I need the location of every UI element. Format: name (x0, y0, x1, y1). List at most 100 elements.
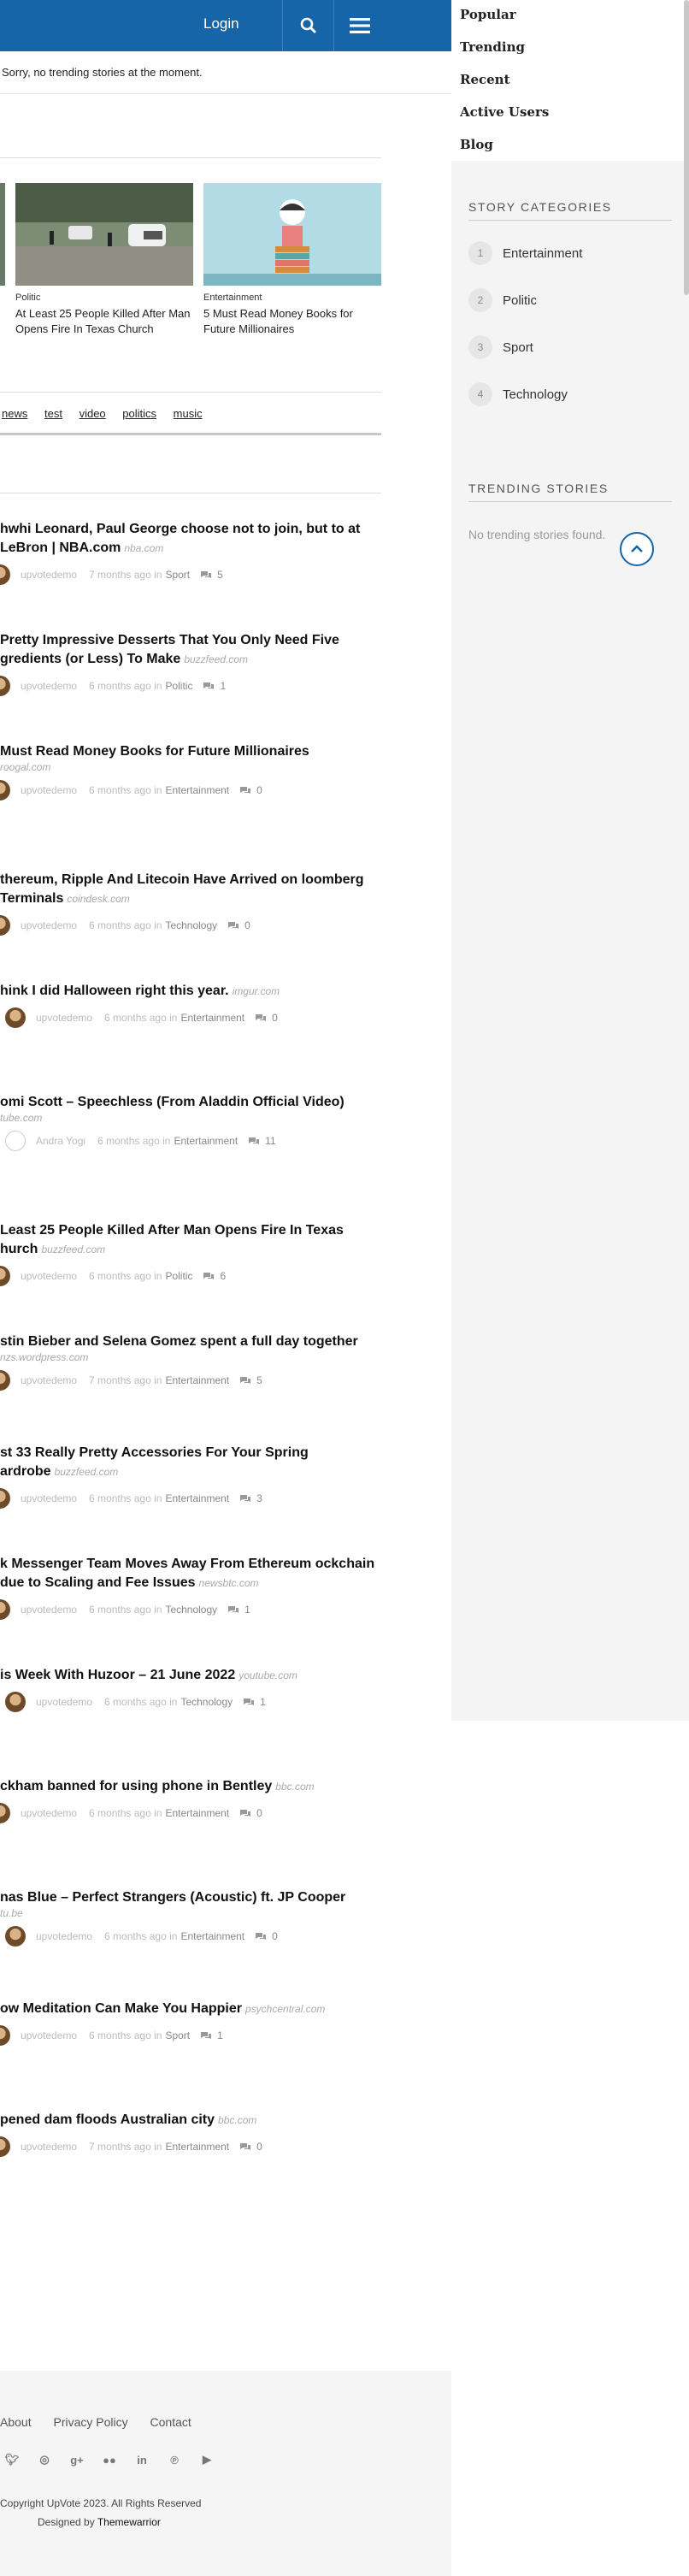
category-entertainment[interactable]: 1 Entertainment (468, 241, 582, 265)
story-title[interactable]: ckham banned for using phone in Bentley b… (0, 1777, 385, 1796)
story-title[interactable]: hwhi Leonard, Paul George choose not to … (0, 520, 385, 558)
scrollbar[interactable] (684, 0, 689, 295)
avatar[interactable] (0, 780, 10, 801)
story-category[interactable]: Entertainment (165, 2141, 229, 2153)
footer-link-privacy[interactable]: Privacy Policy (53, 2415, 127, 2429)
story-author[interactable]: upvotedemo (36, 1696, 92, 1708)
story-author[interactable]: upvotedemo (21, 1604, 77, 1616)
comments-link[interactable]: 3 (239, 1492, 262, 1504)
story-title[interactable]: hink I did Halloween right this year. img… (0, 982, 385, 1001)
story-title[interactable]: thereum, Ripple And Litecoin Have Arrive… (0, 871, 385, 908)
comments-link[interactable]: 0 (255, 1012, 278, 1024)
instagram-icon[interactable]: ◎ (38, 2453, 51, 2467)
story-author[interactable]: upvotedemo (21, 1374, 77, 1386)
story-category[interactable]: Entertainment (165, 1374, 229, 1386)
comments-link[interactable]: 1 (243, 1696, 266, 1708)
story-category[interactable]: Entertainment (180, 1012, 244, 1024)
comments-link[interactable]: 5 (239, 1374, 262, 1386)
story-author[interactable]: upvotedemo (21, 2141, 77, 2153)
menu-item-recent[interactable]: Recent (460, 72, 510, 87)
avatar[interactable] (0, 915, 10, 936)
story-author[interactable]: upvotedemo (21, 680, 77, 692)
linkedin-icon[interactable]: in (135, 2453, 149, 2467)
google-plus-icon[interactable]: g+ (70, 2453, 84, 2467)
comments-link[interactable]: 0 (239, 784, 262, 796)
login-link[interactable]: Login (203, 15, 239, 32)
twitter-icon[interactable]: 🐦︎ (5, 2453, 20, 2467)
story-title[interactable]: st 33 Really Pretty Accessories For Your… (0, 1444, 385, 1481)
tag-link[interactable]: test (44, 407, 62, 420)
story-author[interactable]: upvotedemo (21, 919, 77, 931)
slider-category[interactable]: Entertainment (203, 292, 381, 303)
avatar[interactable] (0, 1599, 10, 1620)
avatar[interactable] (0, 1266, 10, 1286)
designer-link[interactable]: Themewarrior (97, 2516, 161, 2528)
youtube-icon[interactable]: ▶ (200, 2453, 214, 2467)
tag-link[interactable]: video (80, 407, 106, 420)
comments-link[interactable]: 6 (203, 1270, 226, 1282)
comments-link[interactable]: 5 (200, 569, 223, 581)
avatar[interactable] (5, 1926, 26, 1947)
story-title[interactable]: pened dam floods Australian city bbc.com (0, 2111, 385, 2130)
avatar[interactable] (0, 1488, 10, 1509)
story-title[interactable]: stin Bieber and Selena Gomez spent a ful… (0, 1332, 385, 1351)
category-technology[interactable]: 4 Technology (468, 382, 568, 406)
tag-link[interactable]: music (174, 407, 203, 420)
comments-link[interactable]: 0 (255, 1930, 278, 1942)
story-author[interactable]: upvotedemo (21, 569, 77, 581)
story-title[interactable]: is Week With Huzoor – 21 June 2022 youtub… (0, 1666, 385, 1685)
avatar[interactable] (0, 2025, 10, 2046)
story-title[interactable]: Least 25 People Killed After Man Opens F… (0, 1221, 385, 1259)
flickr-icon[interactable]: ●● (103, 2453, 116, 2467)
slider-card[interactable]: Politic At Least 25 People Killed After … (15, 183, 193, 337)
slider-card[interactable]: Entertainment 5 Must Read Money Books fo… (203, 183, 381, 337)
slider-title[interactable]: At Least 25 People Killed After Man Open… (15, 306, 193, 337)
story-author[interactable]: upvotedemo (21, 1270, 77, 1282)
story-category[interactable]: Sport (165, 569, 190, 581)
comments-link[interactable]: 0 (239, 2141, 262, 2153)
story-title[interactable]: k Messenger Team Moves Away From Ethereu… (0, 1555, 385, 1592)
story-author[interactable]: Andra Yogi (36, 1135, 85, 1147)
comments-link[interactable]: 1 (200, 2029, 223, 2041)
story-category[interactable]: Technology (180, 1696, 233, 1708)
comments-link[interactable]: 0 (227, 919, 250, 931)
story-author[interactable]: upvotedemo (21, 784, 77, 796)
story-category[interactable]: Entertainment (180, 1930, 244, 1942)
search-button[interactable] (282, 0, 333, 51)
slider-title[interactable]: 5 Must Read Money Books for Future Milli… (203, 306, 381, 337)
story-author[interactable]: upvotedemo (21, 1492, 77, 1504)
comments-link[interactable]: 11 (248, 1135, 276, 1147)
story-category[interactable]: Entertainment (165, 1807, 229, 1819)
category-politic[interactable]: 2 Politic (468, 288, 537, 312)
story-category[interactable]: Technology (165, 919, 217, 931)
scroll-to-top-button[interactable] (620, 532, 654, 566)
menu-item-blog[interactable]: Blog (460, 137, 493, 152)
avatar[interactable] (0, 1370, 10, 1391)
avatar[interactable] (0, 564, 10, 585)
tag-link[interactable]: news (2, 407, 27, 420)
story-title[interactable]: Pretty Impressive Desserts That You Only… (0, 631, 385, 669)
menu-button[interactable] (333, 0, 385, 51)
footer-link-about[interactable]: About (0, 2415, 32, 2429)
story-category[interactable]: Entertainment (165, 1492, 229, 1504)
avatar[interactable] (0, 676, 10, 696)
story-title[interactable]: Must Read Money Books for Future Million… (0, 742, 385, 761)
category-sport[interactable]: 3 Sport (468, 335, 533, 359)
comments-link[interactable]: 1 (203, 680, 226, 692)
story-category[interactable]: Politic (165, 680, 192, 692)
menu-item-active-users[interactable]: Active Users (460, 104, 549, 120)
story-category[interactable]: Sport (165, 2029, 190, 2041)
story-title[interactable]: ow Meditation Can Make You Happier psychc… (0, 2000, 385, 2018)
story-author[interactable]: upvotedemo (21, 2029, 77, 2041)
pinterest-icon[interactable]: ℗ (168, 2453, 181, 2467)
comments-link[interactable]: 0 (239, 1807, 262, 1819)
footer-link-contact[interactable]: Contact (150, 2415, 191, 2429)
slider-partial-card[interactable] (0, 183, 5, 286)
avatar[interactable] (5, 1131, 26, 1151)
story-author[interactable]: upvotedemo (21, 1807, 77, 1819)
story-category[interactable]: Entertainment (165, 784, 229, 796)
story-category[interactable]: Technology (165, 1604, 217, 1616)
story-author[interactable]: upvotedemo (36, 1930, 92, 1942)
story-author[interactable]: upvotedemo (36, 1012, 92, 1024)
avatar[interactable] (0, 1803, 10, 1823)
